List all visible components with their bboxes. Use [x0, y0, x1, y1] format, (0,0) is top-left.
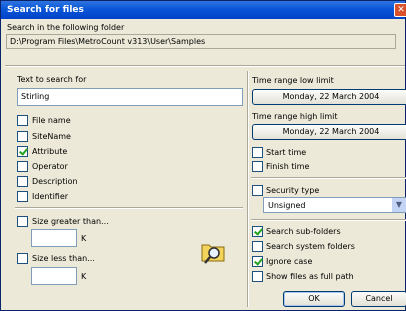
field-label-identifier: Identifier [32, 192, 69, 201]
security-type-checkbox[interactable] [252, 185, 263, 196]
close-button[interactable]: ✕ [394, 3, 406, 17]
magnifier-folder-icon[interactable] [199, 239, 227, 265]
field-checkbox-file-name[interactable] [17, 115, 28, 126]
ok-label: OK [308, 294, 320, 303]
security-type-label: Security type [266, 186, 320, 195]
size-greater-checkbox[interactable] [17, 216, 28, 227]
close-icon: ✕ [397, 5, 405, 15]
search-files-dialog: Search for files ✕ Search in the followi… [0, 0, 406, 311]
field-checkbox-attribute[interactable] [17, 146, 28, 157]
size-greater-label: Size greater than... [32, 217, 109, 226]
field-label-sitename: SiteName [32, 132, 71, 141]
field-label-description: Description [32, 177, 78, 186]
size-less-input[interactable] [31, 267, 77, 285]
show-full-path-label: Show files as full path [266, 272, 354, 281]
search-system-folders-label: Search system folders [266, 242, 355, 251]
field-label-attribute: Attribute [32, 147, 68, 156]
show-full-path-checkbox[interactable] [252, 271, 263, 282]
top-divider [5, 65, 405, 67]
size-less-unit: K [81, 272, 87, 281]
chevron-down-icon[interactable]: ▼ [392, 198, 406, 212]
right-divider-1 [251, 177, 406, 179]
field-label-file-name: File name [32, 116, 71, 125]
size-greater-unit: K [81, 234, 87, 243]
field-checkbox-identifier[interactable] [17, 191, 28, 202]
field-label-operator: Operator [32, 162, 68, 171]
time-high-value: Monday, 22 March 2004 [282, 127, 380, 136]
ignore-case-checkbox[interactable] [252, 256, 263, 267]
time-low-value: Monday, 22 March 2004 [282, 92, 380, 101]
text-search-label: Text to search for [17, 75, 87, 84]
ignore-case-label: Ignore case [266, 257, 313, 266]
search-subfolders-label: Search sub-folders [266, 227, 341, 236]
field-checkbox-operator[interactable] [17, 161, 28, 172]
size-less-label: Size less than... [32, 254, 95, 263]
time-low-date-button[interactable]: Monday, 22 March 2004 [252, 89, 406, 105]
column-divider [247, 71, 249, 307]
finish-time-checkbox[interactable] [252, 161, 263, 172]
time-high-label: Time range high limit [252, 112, 338, 121]
cancel-button[interactable]: Cancel [351, 291, 406, 307]
start-time-label: Start time [266, 148, 307, 157]
search-system-folders-checkbox[interactable] [252, 241, 263, 252]
security-type-select[interactable]: Unsigned ▼ [263, 197, 406, 213]
folder-label: Search in the following folder [7, 23, 125, 32]
start-time-checkbox[interactable] [252, 147, 263, 158]
finish-time-label: Finish time [266, 162, 310, 171]
text-search-input[interactable]: Stirling [17, 88, 243, 106]
security-type-value: Unsigned [268, 201, 306, 210]
right-divider-2 [251, 219, 406, 221]
title-bar[interactable]: Search for files ✕ [1, 1, 406, 19]
time-high-date-button[interactable]: Monday, 22 March 2004 [252, 124, 406, 140]
text-search-value: Stirling [21, 92, 50, 101]
window-title: Search for files [7, 5, 84, 15]
field-checkbox-description[interactable] [17, 176, 28, 187]
time-low-label: Time range low limit [252, 76, 334, 85]
field-checkbox-sitename[interactable] [17, 131, 28, 142]
left-divider [15, 207, 243, 209]
size-greater-input[interactable] [31, 229, 77, 247]
size-less-checkbox[interactable] [17, 253, 28, 264]
ok-button[interactable]: OK [283, 291, 345, 307]
folder-path-field: D:\Program Files\MetroCount v313\User\Sa… [6, 34, 396, 49]
cancel-label: Cancel [365, 294, 393, 303]
folder-path-text: D:\Program Files\MetroCount v313\User\Sa… [10, 37, 206, 46]
search-subfolders-checkbox[interactable] [252, 226, 263, 237]
